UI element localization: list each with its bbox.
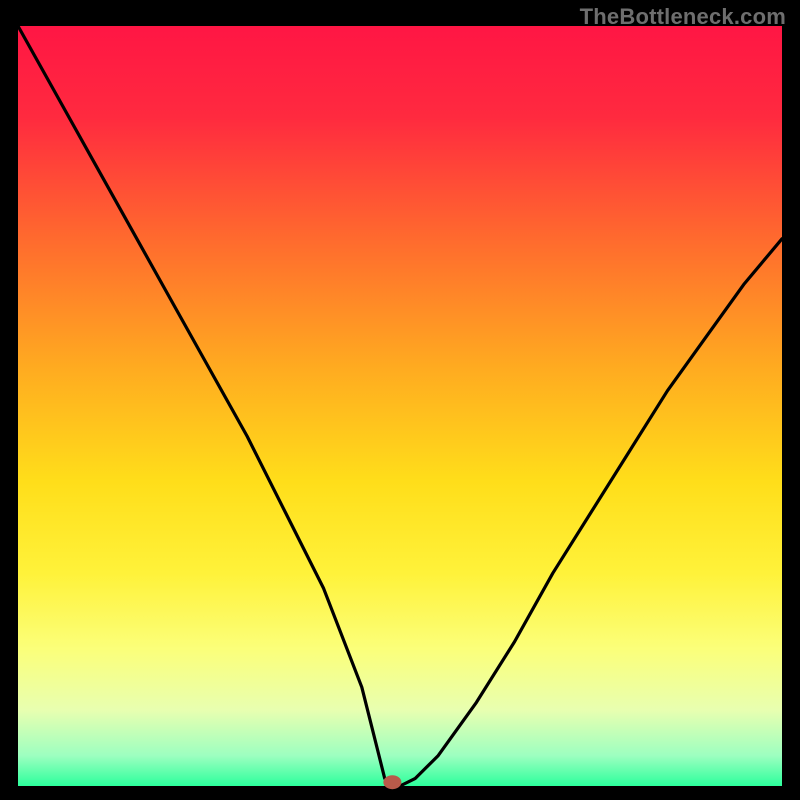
- optimal-point-marker: [383, 775, 401, 789]
- chart-container: TheBottleneck.com: [0, 0, 800, 800]
- bottleneck-chart: [0, 0, 800, 800]
- plot-background: [18, 26, 782, 786]
- watermark-text: TheBottleneck.com: [580, 4, 786, 30]
